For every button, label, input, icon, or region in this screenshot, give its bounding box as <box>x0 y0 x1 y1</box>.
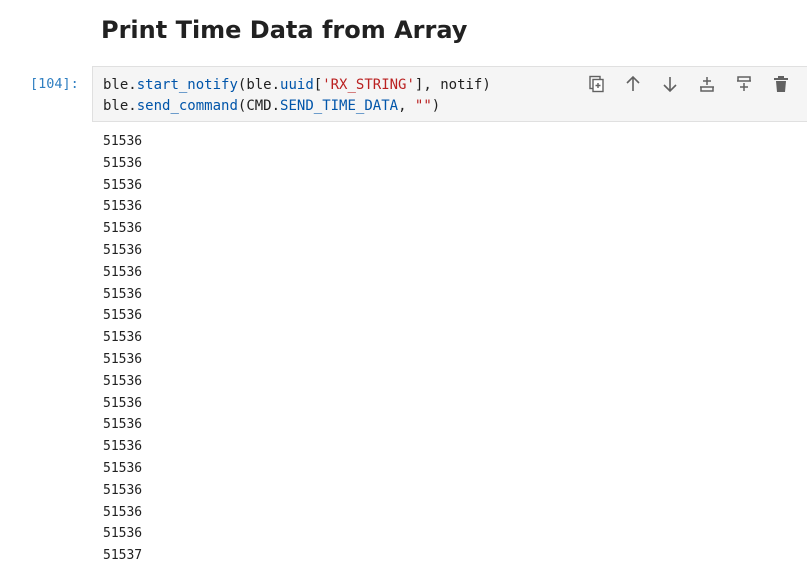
delete-icon <box>772 75 790 93</box>
code-token: send_command <box>136 98 238 114</box>
output-line: 51536 <box>103 504 143 520</box>
code-text[interactable]: ble.start_notify(ble.uuid['RX_STRING'], … <box>103 75 491 117</box>
section-heading: Print Time Data from Array <box>101 16 468 44</box>
code-token: . <box>271 98 281 114</box>
code-token: "" <box>414 98 432 114</box>
output-line: 51536 <box>103 330 143 346</box>
insert-above-button[interactable] <box>695 72 719 96</box>
code-token: ble <box>103 77 129 93</box>
output-line: 51536 <box>103 351 143 367</box>
code-token: . <box>128 77 137 93</box>
output-line: 51536 <box>103 395 143 411</box>
insert-below-button[interactable] <box>732 72 756 96</box>
output-line: 51536 <box>103 286 143 302</box>
code-token: . <box>271 77 281 93</box>
code-token: ble <box>103 98 129 114</box>
code-token: (CMD <box>237 98 272 114</box>
code-token: uuid <box>280 77 314 93</box>
output-line: 51536 <box>103 155 143 171</box>
code-token: SEND_TIME_DATA <box>280 98 399 114</box>
delete-button[interactable] <box>769 72 793 96</box>
code-token: [ <box>313 77 323 93</box>
code-token: ) <box>431 98 441 114</box>
move-down-icon <box>661 75 679 93</box>
output-line: 51536 <box>103 308 143 324</box>
code-token: 'RX_STRING' <box>322 77 415 93</box>
code-token: . <box>128 98 137 114</box>
duplicate-cell-button[interactable] <box>584 72 608 96</box>
code-token: ], notif) <box>414 77 491 93</box>
code-line: ble.send_command(CMD.SEND_TIME_DATA, "") <box>103 96 491 117</box>
execution-count-prompt: [104]: <box>30 76 79 92</box>
output-line: 51536 <box>103 242 143 258</box>
output-line: 51536 <box>103 177 143 193</box>
insert-above-icon <box>698 75 716 93</box>
output-line: 51536 <box>103 526 143 542</box>
cell-toolbar <box>584 72 793 96</box>
output-line: 51536 <box>103 482 143 498</box>
code-token: , <box>398 98 415 114</box>
output-line: 51536 <box>103 417 143 433</box>
output-line: 51536 <box>103 373 143 389</box>
code-token: (ble <box>237 77 272 93</box>
output-line: 51536 <box>103 199 143 215</box>
move-up-button[interactable] <box>621 72 645 96</box>
output-line: 51536 <box>103 439 143 455</box>
code-token: start_notify <box>136 77 238 93</box>
insert-below-icon <box>735 75 753 93</box>
output-line: 51536 <box>103 134 143 149</box>
cell-output: 51536 51536 51536 51536 51536 51536 51536 51536… <box>103 131 142 567</box>
output-line: 51537 <box>103 548 143 564</box>
output-line: 51536 <box>103 264 143 280</box>
output-line: 51536 <box>103 460 143 476</box>
move-up-icon <box>624 75 642 93</box>
move-down-button[interactable] <box>658 72 682 96</box>
output-line: 51536 <box>103 221 143 237</box>
duplicate-cell-icon <box>587 75 605 93</box>
code-line: ble.start_notify(ble.uuid['RX_STRING'], … <box>103 75 491 96</box>
